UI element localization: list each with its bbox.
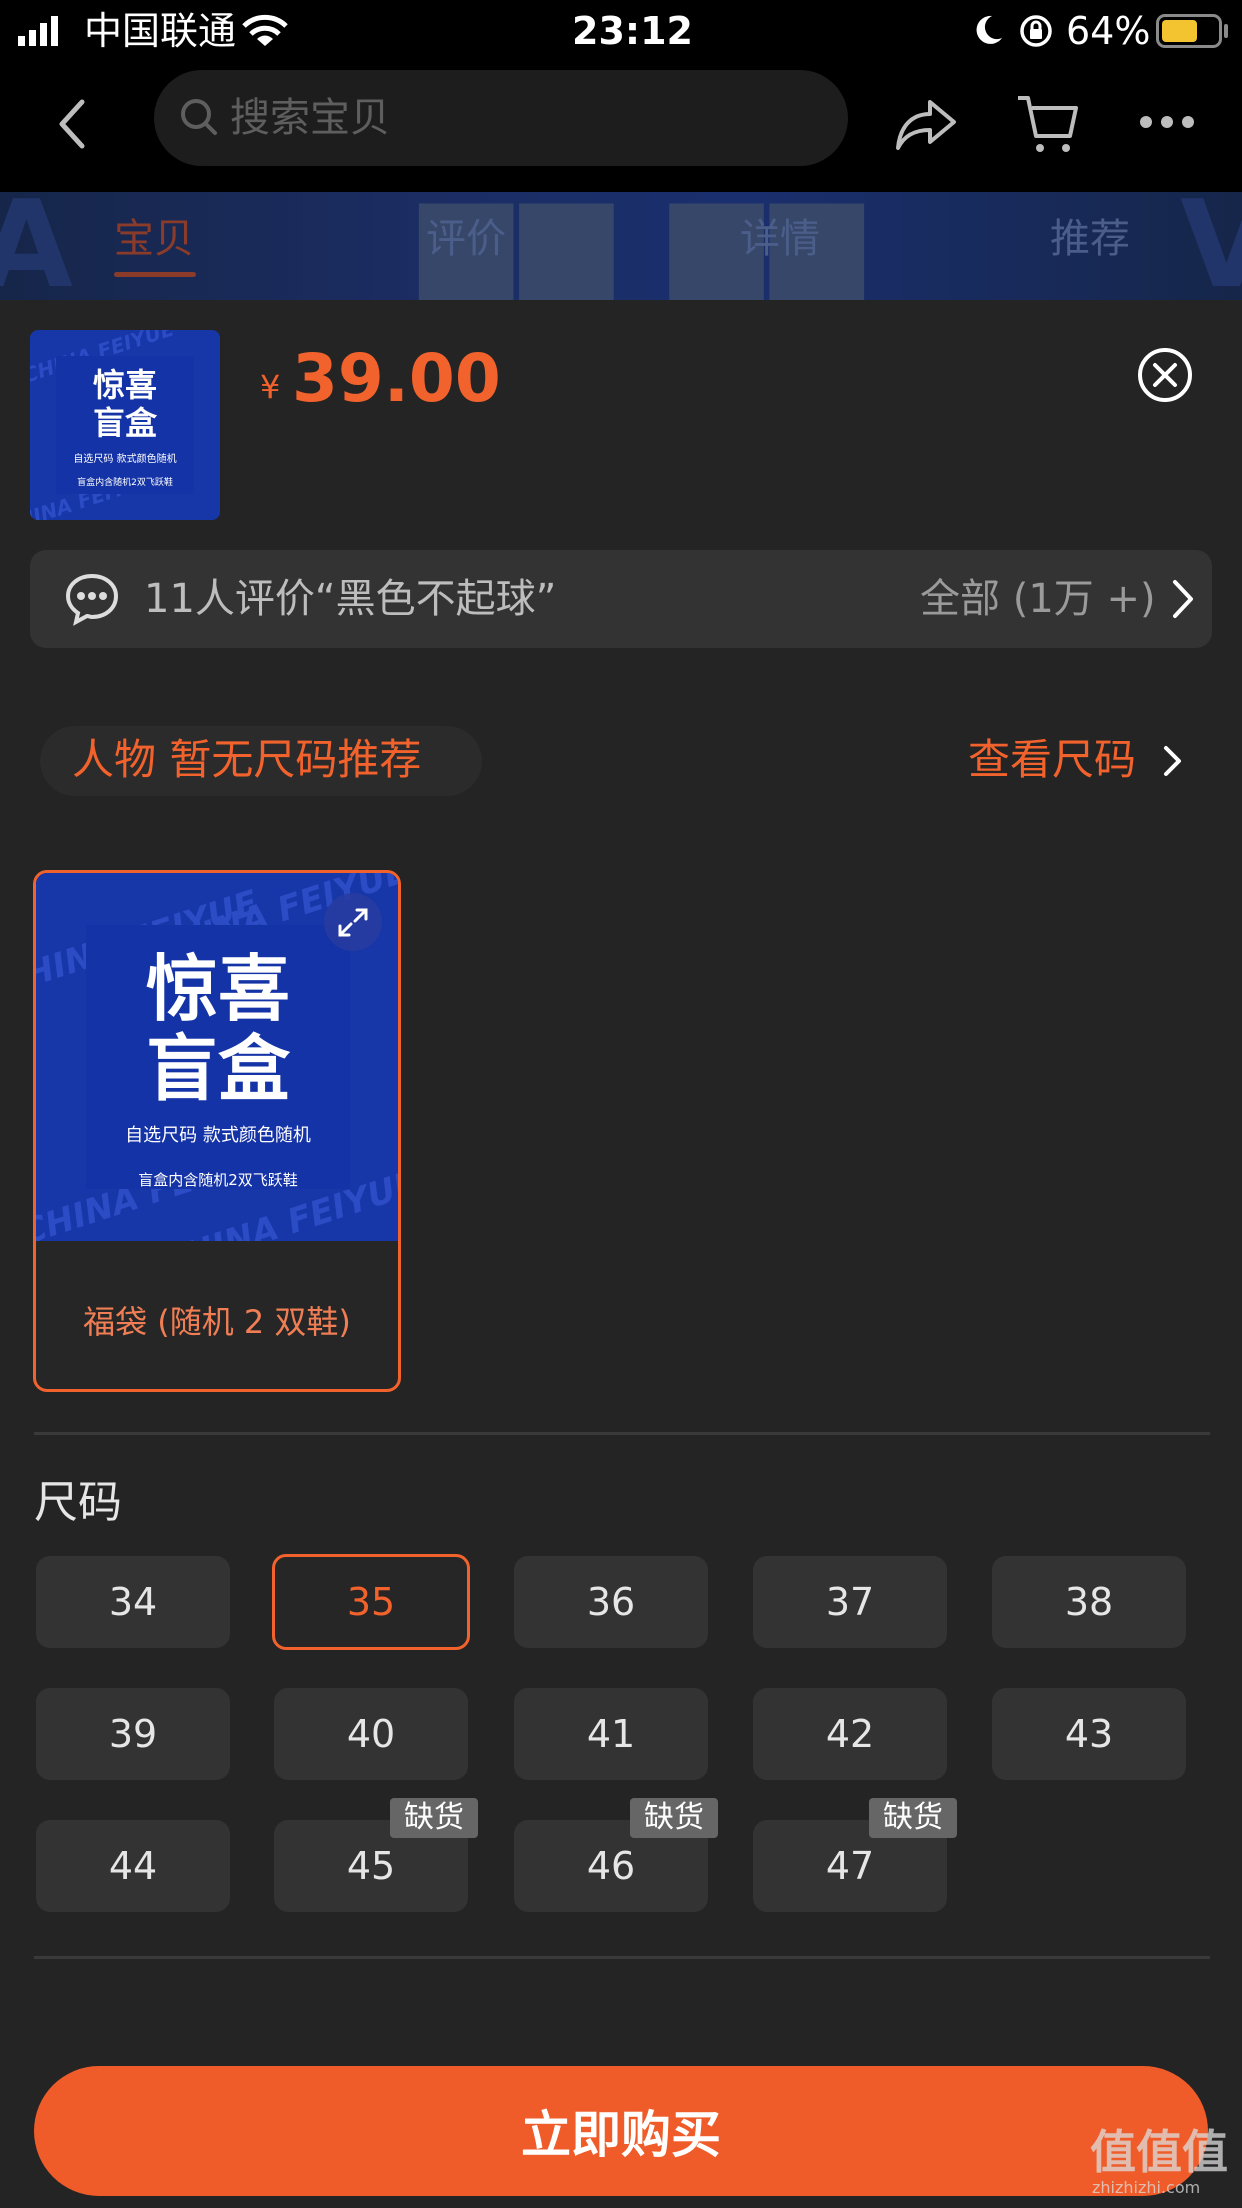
size-option-42[interactable]: 42 xyxy=(753,1688,947,1780)
expand-icon[interactable] xyxy=(324,893,382,951)
price-currency: ¥ xyxy=(260,368,281,406)
tab-tuijian[interactable]: 推荐 xyxy=(1050,214,1130,264)
tab-bar: A ██ ██ V 宝贝 评价 详情 推荐 xyxy=(0,192,1242,300)
tab-xiangqing[interactable]: 详情 xyxy=(740,214,820,264)
divider xyxy=(34,1956,1210,1959)
price-value: 39.00 xyxy=(292,340,501,417)
buy-now-button[interactable]: 立即购买 xyxy=(34,2066,1208,2196)
tab-indicator xyxy=(114,272,196,277)
size-option-36[interactable]: 36 xyxy=(514,1556,708,1648)
review-all-link[interactable]: 全部 (1万 +) xyxy=(920,572,1156,626)
back-icon[interactable] xyxy=(52,96,92,152)
size-section-title: 尺码 xyxy=(34,1477,122,1528)
size-chart-link[interactable]: 查看尺码 xyxy=(968,732,1136,788)
out-of-stock-badge: 缺货 xyxy=(869,1798,957,1838)
review-highlight-text: 11人评价“黑色不起球” xyxy=(144,576,557,622)
close-icon[interactable] xyxy=(1136,346,1194,404)
size-option-39[interactable]: 39 xyxy=(36,1688,230,1780)
comment-icon xyxy=(65,573,119,626)
signal-icon xyxy=(18,16,58,46)
out-of-stock-badge: 缺货 xyxy=(630,1798,718,1838)
wifi-icon xyxy=(242,14,288,46)
size-option-34[interactable]: 34 xyxy=(36,1556,230,1648)
status-bar: 中国联通 23:12 64% xyxy=(0,0,1242,62)
clock: 23:12 xyxy=(572,9,693,53)
buy-now-label: 立即购买 xyxy=(521,2106,721,2164)
divider xyxy=(34,1432,1210,1435)
search-bar[interactable]: 搜索宝贝 xyxy=(154,70,848,166)
size-recommend-pill: 人物 暂无尺码推荐 xyxy=(40,726,482,796)
size-recommend-text: 人物 暂无尺码推荐 xyxy=(72,735,422,784)
size-option-35[interactable]: 35 xyxy=(272,1554,470,1650)
search-icon xyxy=(181,99,217,135)
battery-percent: 64% xyxy=(1066,9,1151,53)
product-thumbnail[interactable]: CHINA FEIYUE CHINA FEIYUE 惊喜 盲盒 自选尺码 款式颜… xyxy=(30,330,220,520)
cart-icon[interactable] xyxy=(1014,92,1080,156)
orientation-lock-icon xyxy=(1020,15,1052,47)
tab-baobei[interactable]: 宝贝 xyxy=(114,214,194,264)
carrier-name: 中国联通 xyxy=(84,9,237,53)
chevron-right-icon xyxy=(1173,580,1193,618)
search-placeholder: 搜索宝贝 xyxy=(230,95,390,141)
size-option-38[interactable]: 38 xyxy=(992,1556,1186,1648)
review-summary-bar[interactable]: 11人评价“黑色不起球” 全部 (1万 +) xyxy=(30,550,1212,648)
watermark-url: zhizhizhi.com xyxy=(1092,2178,1201,2197)
moon-icon xyxy=(976,15,1002,44)
variant-image: CHINA FEIYUE CHINA FEIYUE CHINA FEIYUE C… xyxy=(36,873,398,1241)
share-icon[interactable] xyxy=(894,96,958,152)
size-option-37[interactable]: 37 xyxy=(753,1556,947,1648)
variant-card-fudai[interactable]: CHINA FEIYUE CHINA FEIYUE CHINA FEIYUE C… xyxy=(33,870,401,1392)
more-icon[interactable] xyxy=(1138,114,1196,130)
sku-selector-sheet: CHINA FEIYUE CHINA FEIYUE 惊喜 盲盒 自选尺码 款式颜… xyxy=(0,300,1242,2208)
size-option-40[interactable]: 40 xyxy=(274,1688,468,1780)
tab-pingjia[interactable]: 评价 xyxy=(426,214,506,264)
chevron-right-icon[interactable] xyxy=(1162,744,1184,778)
size-option-43[interactable]: 43 xyxy=(992,1688,1186,1780)
battery-icon xyxy=(1156,14,1222,48)
top-nav-bar: 搜索宝贝 xyxy=(0,62,1242,192)
out-of-stock-badge: 缺货 xyxy=(390,1798,478,1838)
variant-label: 福袋 (随机 2 双鞋) xyxy=(83,1303,351,1341)
size-option-41[interactable]: 41 xyxy=(514,1688,708,1780)
watermark-logo: 值值值 xyxy=(1090,2125,1228,2179)
size-option-44[interactable]: 44 xyxy=(36,1820,230,1912)
